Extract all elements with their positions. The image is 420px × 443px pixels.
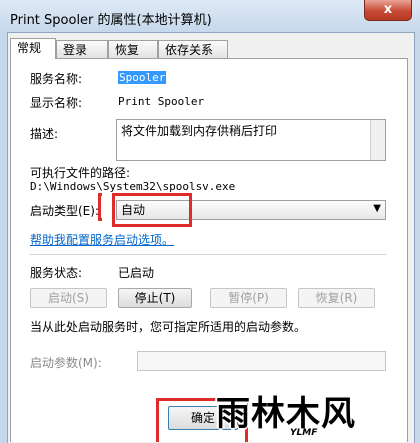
general-panel	[10, 58, 408, 442]
watermark-sub: YLMF	[290, 428, 318, 438]
startup-type-label: 启动类型(E):	[30, 204, 99, 218]
resume-button[interactable]: 恢复(R)	[298, 288, 375, 308]
description-scrollbar[interactable]	[370, 120, 385, 160]
pause-button[interactable]: 暂停(P)	[210, 288, 287, 308]
help-link[interactable]: 帮助我配置服务启动选项。	[30, 231, 174, 248]
path-label: 可执行文件的路径:	[30, 166, 131, 180]
status-value: 已启动	[118, 266, 155, 280]
start-params-label: 启动参数(M):	[30, 356, 102, 370]
service-name-value[interactable]: Spooler	[118, 71, 167, 84]
chevron-down-icon: ▼	[373, 203, 381, 214]
label-highlight-frame	[98, 193, 102, 221]
stop-button[interactable]: 停止(T)	[118, 288, 192, 308]
display-name-value[interactable]: Print Spooler	[118, 95, 204, 108]
service-name-label: 服务名称:	[30, 72, 83, 86]
startup-params-hint: 当从此处启动服务时，您可指定所适用的启动参数。	[30, 320, 307, 334]
watermark-logo: 雨林木风	[216, 394, 356, 434]
tab-dependencies[interactable]: 依存关系	[158, 40, 228, 58]
window-title: Print Spooler 的属性(本地计算机)	[10, 13, 212, 28]
path-value[interactable]: D:\Windows\System32\spoolsv.exe	[30, 180, 235, 193]
separator	[30, 254, 386, 255]
start-button[interactable]: 启动(S)	[30, 288, 107, 308]
display-name-label: 显示名称:	[30, 96, 83, 110]
tab-recovery[interactable]: 恢复	[108, 40, 158, 58]
tab-logon[interactable]: 登录	[56, 40, 108, 58]
startup-type-highlight	[112, 193, 192, 227]
start-params-input[interactable]	[137, 351, 386, 371]
description-label: 描述:	[30, 127, 59, 141]
title-bar: Print Spooler 的属性(本地计算机) x	[0, 0, 420, 32]
description-box[interactable]: 将文件加载到内存供稍后打印	[116, 119, 386, 161]
close-button[interactable]: x	[364, 0, 412, 21]
description-text: 将文件加载到内存供稍后打印	[121, 124, 278, 138]
status-label: 服务状态:	[30, 266, 83, 280]
tab-general[interactable]: 常规	[10, 38, 56, 59]
